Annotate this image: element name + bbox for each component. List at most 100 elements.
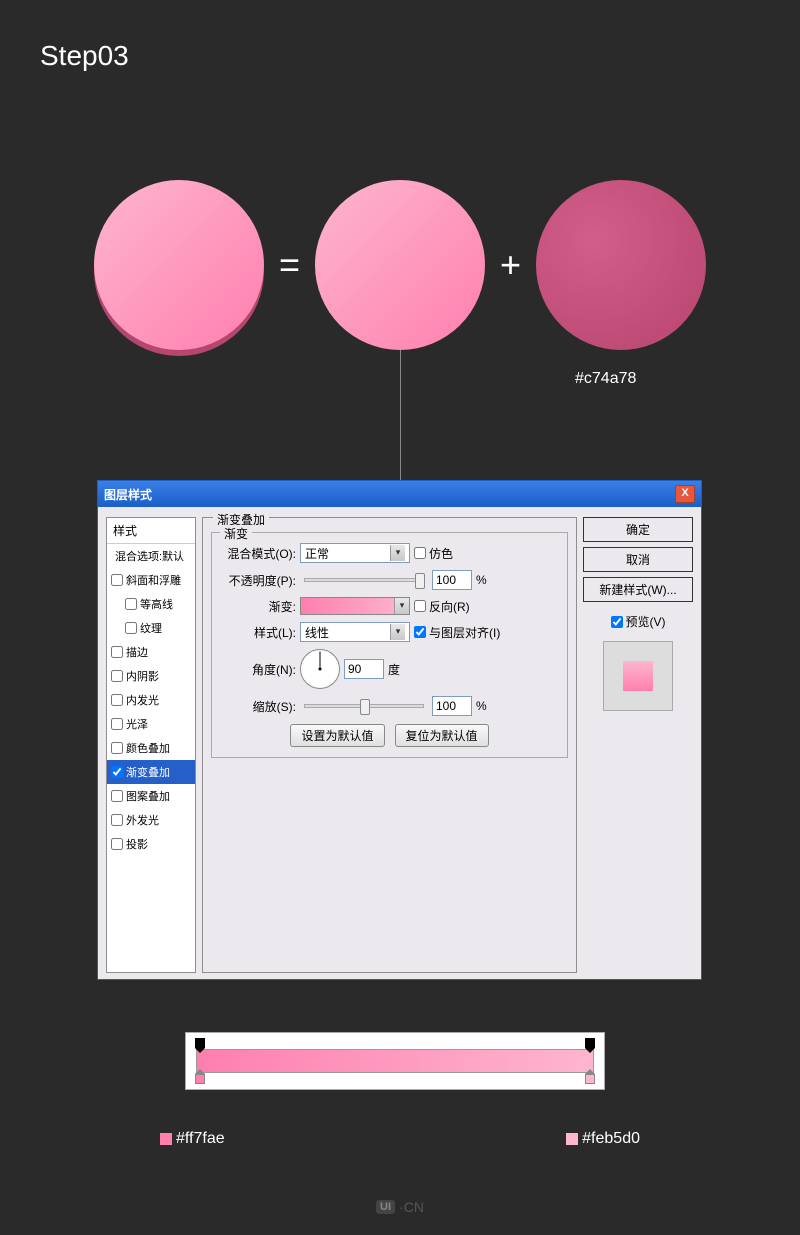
preview-swatch [623,661,653,691]
checkbox-dither[interactable] [414,547,426,559]
settings-panel: 渐变叠加 渐变 混合模式(O): 正常▾ 仿色 不透明度(P): % 渐变: ▾ [202,517,577,973]
label-reverse: 反向(R) [429,598,470,615]
style-item-outer-glow[interactable]: 外发光 [107,808,195,832]
input-angle[interactable] [344,659,384,679]
opacity-stop-left[interactable] [195,1038,205,1048]
solid-circle [536,180,706,350]
align-checkbox-wrap[interactable]: 与图层对齐(I) [414,624,500,641]
label-dither: 仿色 [429,545,453,562]
label-drop-shadow: 投影 [126,836,148,852]
slider-scale[interactable] [304,704,424,708]
right-button-panel: 确定 取消 新建样式(W)... 预览(V) [583,517,693,973]
new-style-button[interactable]: 新建样式(W)... [583,577,693,602]
color-stop-left[interactable] [195,1074,205,1084]
reverse-checkbox-wrap[interactable]: 反向(R) [414,598,470,615]
style-item-bevel[interactable]: 斜面和浮雕 [107,568,195,592]
dither-checkbox-wrap[interactable]: 仿色 [414,545,453,562]
ok-button[interactable]: 确定 [583,517,693,542]
checkbox-outer-glow[interactable] [111,814,123,826]
label-blend-mode: 混合模式(O): [220,545,296,562]
checkbox-bevel[interactable] [111,574,123,586]
label-preview: 预览(V) [626,613,666,630]
layer-style-dialog: 图层样式 X 样式 混合选项:默认 斜面和浮雕 等高线 纹理 描边 内阴影 内发… [97,480,702,980]
slider-opacity[interactable] [304,578,424,582]
label-contour: 等高线 [140,596,173,612]
dialog-titlebar[interactable]: 图层样式 X [98,481,701,507]
slider-thumb-opacity[interactable] [415,573,425,589]
style-item-inner-glow[interactable]: 内发光 [107,688,195,712]
combo-blend-mode[interactable]: 正常▾ [300,543,410,563]
style-item-contour[interactable]: 等高线 [107,592,195,616]
style-item-gradient-overlay[interactable]: 渐变叠加 [107,760,195,784]
value-blend-mode: 正常 [305,545,329,562]
checkbox-drop-shadow[interactable] [111,838,123,850]
cancel-button[interactable]: 取消 [583,547,693,572]
style-item-color-overlay[interactable]: 颜色叠加 [107,736,195,760]
style-item-satin[interactable]: 光泽 [107,712,195,736]
checkbox-preview[interactable] [611,616,623,628]
fieldset-legend: 渐变 [220,525,252,542]
label-bevel: 斜面和浮雕 [126,572,181,588]
chevron-down-icon[interactable]: ▾ [394,598,409,614]
angle-dial[interactable] [300,649,340,689]
style-item-drop-shadow[interactable]: 投影 [107,832,195,856]
label-gradient: 渐变: [220,598,296,615]
watermark-suffix: ·CN [399,1199,424,1215]
hex-right: #feb5d0 [566,1130,640,1148]
checkbox-texture[interactable] [125,622,137,634]
checkbox-inner-shadow[interactable] [111,670,123,682]
value-style: 线性 [305,624,329,641]
slider-thumb-scale[interactable] [360,699,370,715]
label-align: 与图层对齐(I) [429,624,500,641]
label-satin: 光泽 [126,716,148,732]
checkbox-pattern-overlay[interactable] [111,790,123,802]
style-item-pattern-overlay[interactable]: 图案叠加 [107,784,195,808]
checkbox-stroke[interactable] [111,646,123,658]
checkbox-satin[interactable] [111,718,123,730]
blend-options-item[interactable]: 混合选项:默认 [107,544,195,568]
checkbox-inner-glow[interactable] [111,694,123,706]
swatch-right [566,1133,578,1145]
close-button[interactable]: X [675,485,695,503]
label-angle: 角度(N): [220,661,296,678]
label-pattern-overlay: 图案叠加 [126,788,170,804]
input-opacity[interactable] [432,570,472,590]
checkbox-reverse[interactable] [414,600,426,612]
row-scale: 缩放(S): % [220,696,559,716]
label-inner-shadow: 内阴影 [126,668,159,684]
unit-degree: 度 [388,661,400,678]
gradient-circle [315,180,485,350]
checkbox-contour[interactable] [125,598,137,610]
opacity-stop-right[interactable] [585,1038,595,1048]
label-opacity: 不透明度(P): [220,572,296,589]
styles-header[interactable]: 样式 [107,518,195,544]
set-default-button[interactable]: 设置为默认值 [290,724,384,747]
checkbox-align[interactable] [414,626,426,638]
input-scale[interactable] [432,696,472,716]
circle3-hex-label: #c74a78 [575,370,636,388]
reset-default-button[interactable]: 复位为默认值 [395,724,489,747]
circles-row: = + [0,180,800,350]
gradient-bar[interactable] [196,1049,594,1073]
gradient-picker[interactable]: ▾ [300,597,410,615]
preview-checkbox-wrap[interactable]: 预览(V) [583,613,693,630]
label-texture: 纹理 [140,620,162,636]
style-item-stroke[interactable]: 描边 [107,640,195,664]
unit-percent-2: % [476,699,487,713]
style-item-texture[interactable]: 纹理 [107,616,195,640]
label-inner-glow: 内发光 [126,692,159,708]
row-style: 样式(L): 线性▾ 与图层对齐(I) [220,622,559,642]
checkbox-color-overlay[interactable] [111,742,123,754]
combo-style[interactable]: 线性▾ [300,622,410,642]
hex-left-text: #ff7fae [176,1130,225,1147]
dialog-title: 图层样式 [104,486,152,503]
hex-right-text: #feb5d0 [582,1130,640,1147]
row-gradient: 渐变: ▾ 反向(R) [220,597,559,615]
equals-operator: = [279,244,300,286]
label-scale: 缩放(S): [220,698,296,715]
color-stop-right[interactable] [585,1074,595,1084]
step-title: Step03 [40,40,129,72]
row-blend-mode: 混合模式(O): 正常▾ 仿色 [220,543,559,563]
checkbox-gradient-overlay[interactable] [111,766,123,778]
style-item-inner-shadow[interactable]: 内阴影 [107,664,195,688]
